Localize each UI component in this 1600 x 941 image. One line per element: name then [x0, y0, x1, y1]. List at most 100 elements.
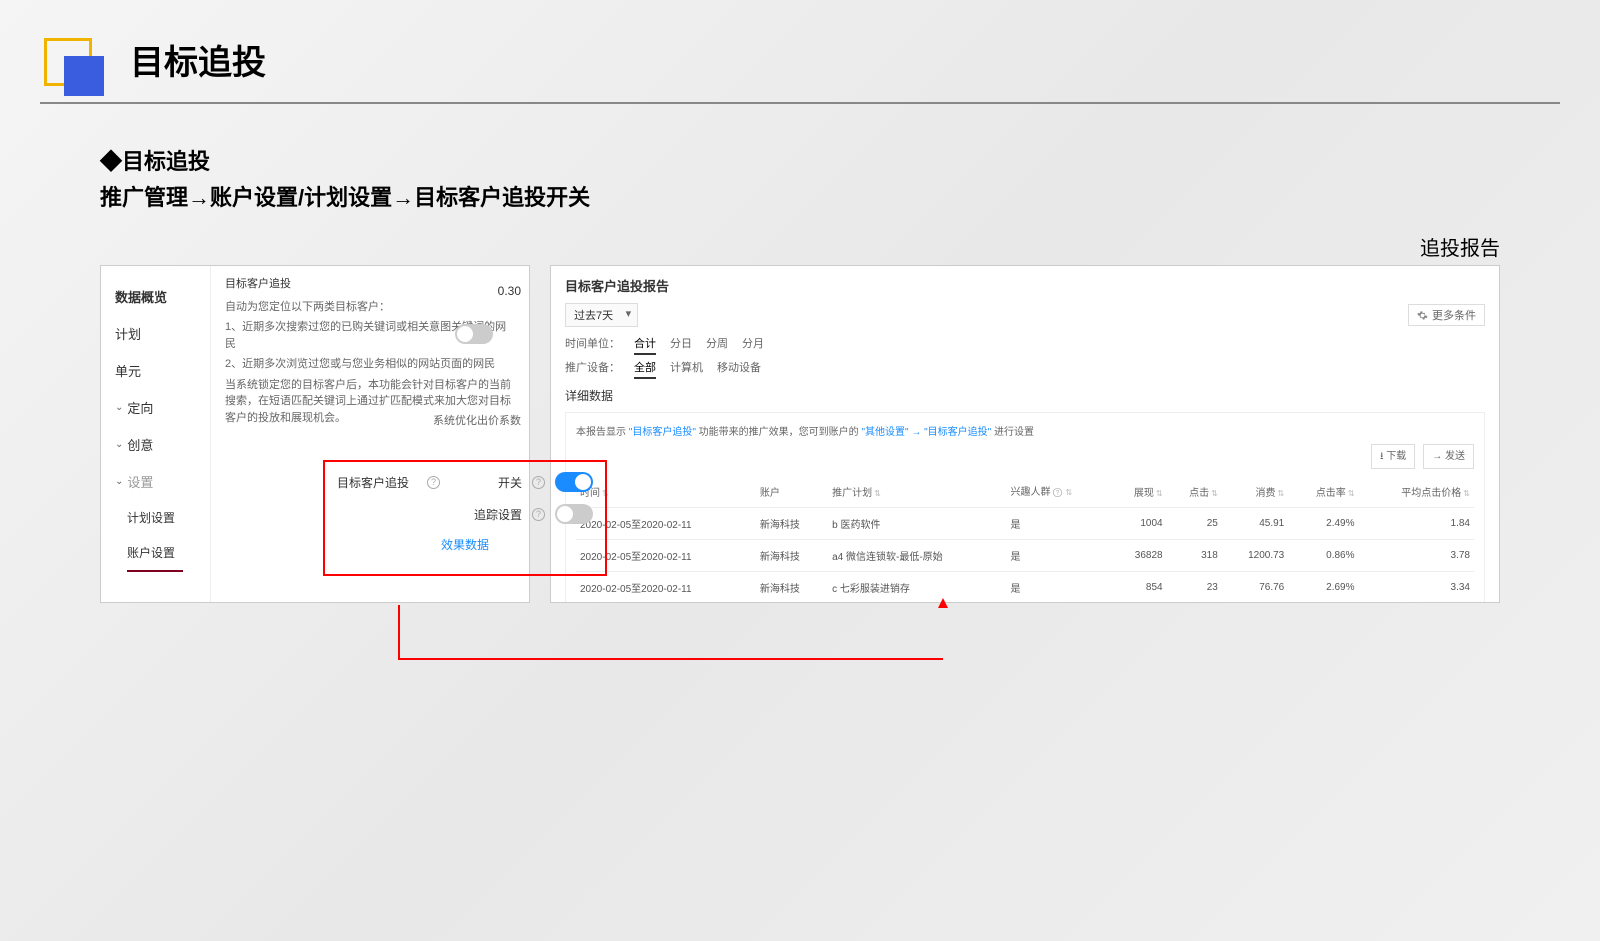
accent-blue-box: [64, 56, 104, 96]
gear-icon: [1417, 310, 1428, 321]
table-row[interactable]: 2020-02-05至2020-02-11新海科技c 七彩服装进销存是85423…: [576, 572, 1474, 604]
sidebar-item-plan[interactable]: 计划: [101, 315, 210, 352]
col-crowd[interactable]: 兴趣人群?⇅: [1007, 475, 1112, 508]
coefficient-label: 系统优化出价系数: [433, 412, 521, 428]
annotation-arrow-line: [398, 605, 943, 660]
cell-crowd: 是: [1007, 572, 1112, 604]
highlight-box: 目标客户追投 ? 开关 ? 追踪设置 ? 效果数据: [323, 460, 607, 576]
chevron-down-icon: ⌄: [115, 439, 123, 450]
annotation-arrow-head: [938, 598, 948, 608]
report-label: 追投报告: [0, 222, 1600, 265]
tooltip-title: 目标客户追投: [225, 276, 515, 293]
page-title: 目标追投: [130, 35, 1560, 84]
col-impr[interactable]: 展现⇅: [1111, 475, 1166, 508]
cell-plan: b 医药软件: [828, 508, 1006, 540]
help-icon: ?: [1052, 488, 1061, 497]
cell-impr: 1004: [1111, 508, 1166, 540]
sort-icon: ⇅: [1156, 489, 1163, 498]
sidebar-item-label: 定向: [127, 398, 153, 417]
col-ctr[interactable]: 点击率⇅: [1288, 475, 1358, 508]
help-icon[interactable]: ?: [532, 476, 545, 489]
sort-icon: ⇅: [1348, 489, 1355, 498]
download-button[interactable]: ⭳ 下载: [1371, 444, 1415, 469]
switch-label: 开关: [498, 474, 522, 491]
date-range-select[interactable]: 过去7天: [565, 303, 638, 327]
tooltip-p2: 2、近期多次浏览过您或与您业务相似的网站页面的网民: [225, 356, 515, 373]
settings-content: 目标客户追投 自动为您定位以下两类目标客户： 1、近期多次搜索过您的已购关键词或…: [211, 266, 529, 602]
table-row[interactable]: 2020-02-05至2020-02-11新海科技a4 微信连锁软-最低-原始是…: [576, 540, 1474, 572]
toggle-icon: [455, 324, 493, 344]
cell-cpc: 1.84: [1359, 508, 1474, 540]
sidebar-item-label: 数据概览: [115, 287, 167, 306]
sidebar-item-overview[interactable]: 数据概览: [101, 278, 210, 315]
desc-text: 本报告显示: [576, 427, 626, 438]
effect-data-link[interactable]: 效果数据: [441, 536, 489, 553]
detail-data-label: 详细数据: [565, 387, 1485, 404]
data-link-row: 效果数据: [337, 536, 593, 553]
sidebar-item-targeting[interactable]: ⌄ 定向: [101, 389, 210, 426]
tab-weekly[interactable]: 分周: [706, 335, 728, 355]
active-underline: [127, 570, 183, 572]
device-label: 推广设备：: [565, 359, 620, 379]
sidebar-item-plan-settings[interactable]: 计划设置: [101, 500, 210, 535]
switch-toggle-on[interactable]: [555, 472, 593, 492]
col-click[interactable]: 点击⇅: [1167, 475, 1222, 508]
cell-cpc: 3.34: [1359, 572, 1474, 604]
col-plan[interactable]: 推广计划⇅: [828, 475, 1006, 508]
sidebar-item-unit[interactable]: 单元: [101, 352, 210, 389]
cell-impr: 36828: [1111, 540, 1166, 572]
sort-icon: ⇅: [1066, 488, 1073, 497]
filter-row: 过去7天 更多条件: [565, 303, 1485, 327]
tab-mobile[interactable]: 移动设备: [717, 359, 761, 379]
tab-all-devices[interactable]: 全部: [634, 359, 656, 379]
tab-daily[interactable]: 分日: [670, 335, 692, 355]
table-row[interactable]: 2020-02-05至2020-02-11新海科技b 医药软件是10042545…: [576, 508, 1474, 540]
col-cost[interactable]: 消费⇅: [1222, 475, 1288, 508]
cell-plan: a4 微信连锁软-最低-原始: [828, 540, 1006, 572]
description-box: 本报告显示 "目标客户追投" 功能带来的推广效果，您可到账户的 "其他设置" →…: [565, 412, 1485, 603]
cell-click: 23: [1167, 572, 1222, 604]
col-cpc[interactable]: 平均点击价格⇅: [1359, 475, 1474, 508]
cell-click: 318: [1167, 540, 1222, 572]
sort-icon: ⇅: [874, 489, 881, 498]
desc-text: 进行设置: [994, 427, 1034, 438]
tab-total[interactable]: 合计: [634, 335, 656, 355]
send-label: 发送: [1445, 451, 1465, 462]
cell-ctr: 2.69%: [1288, 572, 1358, 604]
help-icon[interactable]: ?: [427, 476, 440, 489]
more-conditions-button[interactable]: 更多条件: [1408, 304, 1485, 326]
sidebar-item-settings[interactable]: ⌄设置: [101, 463, 210, 500]
cell-ctr: 2.49%: [1288, 508, 1358, 540]
tab-monthly[interactable]: 分月: [742, 335, 764, 355]
settings-title-row: 目标客户追投 ? 开关 ?: [337, 472, 593, 492]
subhead-line1: ◆目标追投: [100, 144, 1500, 176]
cell-cost: 45.91: [1222, 508, 1288, 540]
subheading-block: ◆目标追投 推广管理→账户设置/计划设置→目标客户追投开关: [0, 104, 1600, 222]
settings-title: 目标客户追投: [337, 474, 417, 491]
sidebar-item-creative[interactable]: ⌄创意: [101, 426, 210, 463]
help-icon[interactable]: ?: [532, 508, 545, 521]
sidebar-item-account-settings[interactable]: 账户设置: [101, 535, 210, 570]
sidebar-item-label: 计划: [115, 324, 141, 343]
desc-highlight: "目标客户追投": [629, 427, 696, 438]
table-body: 2020-02-05至2020-02-11新海科技b 医药软件是10042545…: [576, 508, 1474, 604]
cell-cost: 76.76: [1222, 572, 1288, 604]
track-toggle-off[interactable]: [555, 504, 593, 524]
tab-computer[interactable]: 计算机: [670, 359, 703, 379]
send-button[interactable]: → 发送: [1423, 444, 1474, 469]
download-label: 下载: [1386, 451, 1406, 462]
more-label: 更多条件: [1432, 307, 1476, 323]
cell-cost: 1200.73: [1222, 540, 1288, 572]
time-unit-label: 时间单位：: [565, 335, 620, 355]
sidebar-item-label: 单元: [115, 361, 141, 380]
cell-crowd: 是: [1007, 540, 1112, 572]
cell-click: 25: [1167, 508, 1222, 540]
sidebar-item-label: 设置: [127, 472, 153, 491]
chevron-down-icon: ⌄: [115, 402, 123, 413]
desc-highlight: "目标客户追投": [924, 427, 991, 438]
float-toggle-off[interactable]: [455, 324, 493, 349]
desc-highlight: "其他设置": [861, 427, 908, 438]
col-account[interactable]: 账户: [756, 475, 828, 508]
sort-icon: ⇅: [1463, 489, 1470, 498]
subhead-line2: 推广管理→账户设置/计划设置→目标客户追投开关: [100, 180, 1500, 212]
